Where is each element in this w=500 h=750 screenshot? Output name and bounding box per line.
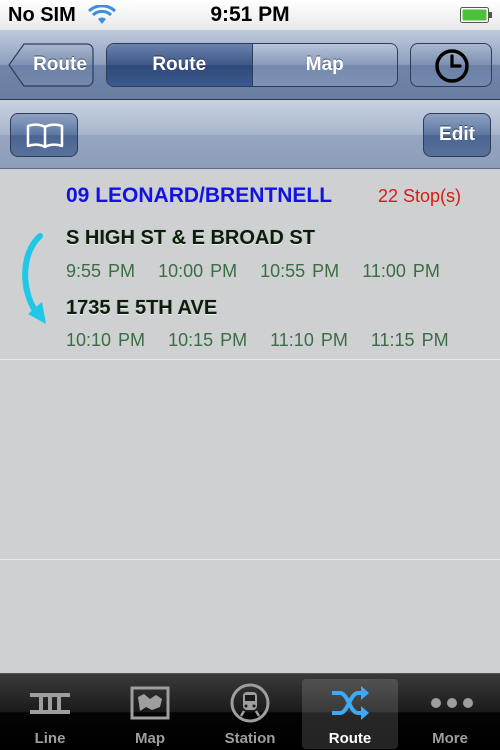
tab-bar: Line Map Station Route More xyxy=(0,673,500,750)
back-button-label: Route xyxy=(33,54,87,75)
destination-time: 10:15 PM xyxy=(168,330,248,350)
tab-map[interactable]: Map xyxy=(102,679,198,749)
origin-stop-name: S HIGH ST & E BROAD ST xyxy=(66,227,315,249)
bookmarks-button[interactable] xyxy=(10,113,78,157)
tab-map-label: Map xyxy=(135,730,165,747)
destination-time: 10:10 PM xyxy=(66,330,146,350)
route-map-segmented-control[interactable]: Route Map xyxy=(106,43,398,87)
schedule-clock-button[interactable] xyxy=(410,43,492,87)
origin-time: 10:00 PM xyxy=(158,261,238,281)
route-name: 09 LEONARD/BRENTNELL xyxy=(66,184,333,207)
more-icon xyxy=(431,698,473,708)
edit-button[interactable]: Edit xyxy=(423,113,491,157)
origin-departure-times: 9:55 PM 10:00 PM 10:55 PM 11:00 PM xyxy=(66,261,456,282)
destination-arrival-times: 10:10 PM 10:15 PM 11:10 PM 11:15 PM xyxy=(66,330,465,351)
segment-map[interactable]: Map xyxy=(252,44,397,86)
destination-stop-name: 1735 E 5TH AVE xyxy=(66,297,218,319)
clock-icon xyxy=(435,49,469,83)
shuffle-icon xyxy=(332,686,369,720)
empty-list-row xyxy=(0,561,500,673)
navigation-bar: Route Route Map xyxy=(0,30,500,100)
tab-route-label: Route xyxy=(328,730,372,747)
map-icon xyxy=(130,686,170,720)
tab-line[interactable]: Line xyxy=(2,679,98,749)
origin-time: 11:00 PM xyxy=(362,261,440,281)
status-time: 9:51 PM xyxy=(210,3,290,26)
tab-line-label: Line xyxy=(34,730,66,747)
origin-time: 9:55 PM xyxy=(66,261,136,281)
segment-route[interactable]: Route xyxy=(107,44,253,86)
route-list-item[interactable]: 09 LEONARD/BRENTNELL 22 Stop(s) S HIGH S… xyxy=(0,170,500,360)
destination-time: 11:10 PM xyxy=(270,330,348,350)
origin-time: 10:55 PM xyxy=(260,261,340,281)
back-button[interactable]: Route xyxy=(8,43,94,87)
tab-station-label: Station xyxy=(224,730,276,747)
empty-list-row xyxy=(0,361,500,560)
tab-more-label: More xyxy=(432,730,468,747)
status-bar: No SIM 9:51 PM xyxy=(0,0,500,30)
tab-station[interactable]: Station xyxy=(202,679,298,749)
battery-icon xyxy=(460,7,492,23)
rail-track-icon xyxy=(30,693,70,714)
book-icon xyxy=(26,123,64,149)
destination-time: 11:15 PM xyxy=(370,330,449,350)
tab-route[interactable]: Route xyxy=(302,679,398,749)
direction-arrow-icon xyxy=(22,233,46,324)
stops-count: 22 Stop(s) xyxy=(378,186,462,206)
tab-more[interactable]: More xyxy=(402,679,498,749)
toolbar: Edit xyxy=(0,101,500,169)
train-icon xyxy=(230,683,270,723)
